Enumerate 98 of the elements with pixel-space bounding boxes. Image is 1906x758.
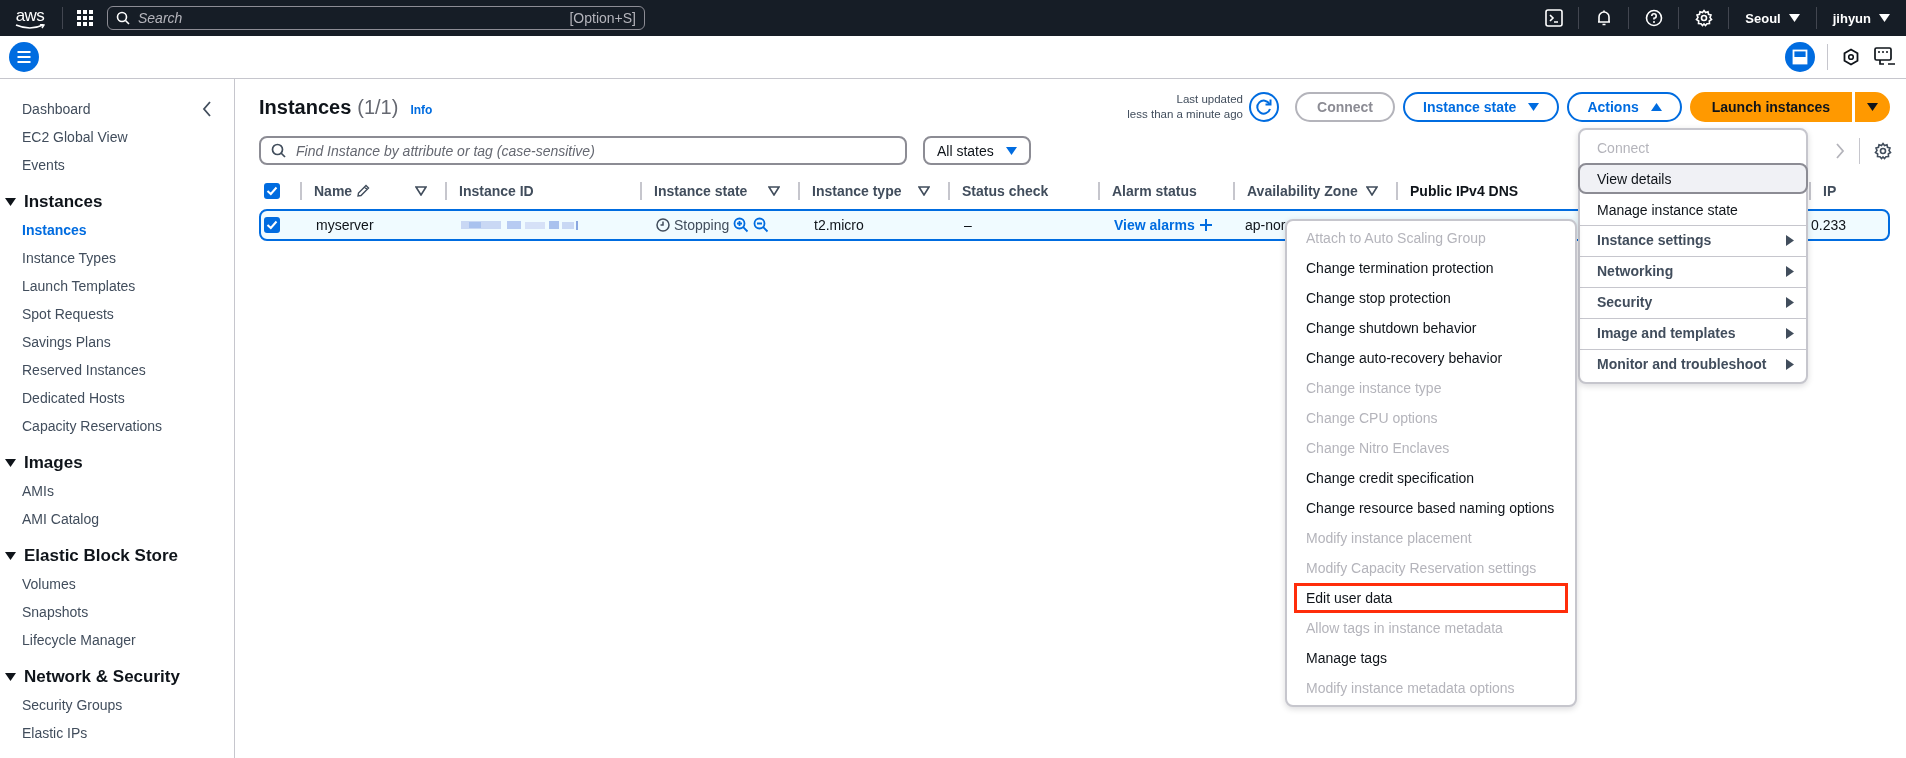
plus-icon[interactable]: [1198, 218, 1213, 232]
dropdown-button[interactable]: [1855, 92, 1890, 122]
filter-icon[interactable]: [415, 186, 427, 196]
section-heading[interactable]: Elastic Block Store: [24, 545, 178, 566]
caret-icon: [1867, 103, 1878, 111]
column-header[interactable]: Public IPv4 DNS: [1396, 182, 1537, 200]
page-title: Instances: [259, 95, 352, 119]
column-header[interactable]: Instance type: [798, 182, 948, 200]
menu-item[interactable]: Monitor and troubleshoot: [1578, 349, 1808, 380]
menu-item[interactable]: Change shutdown behavior: [1294, 313, 1568, 343]
menu-item[interactable]: Change resource based naming options: [1294, 493, 1568, 523]
nav-link[interactable]: Savings Plans: [0, 328, 111, 356]
nav-link[interactable]: Launch Templates: [0, 272, 136, 300]
submenu-arrow-icon: [1786, 358, 1794, 370]
state-filter-dropdown[interactable]: All states: [923, 136, 1031, 165]
table-cell: 0.233: [1811, 217, 1847, 233]
column-header[interactable]: Instance state: [640, 182, 798, 200]
submenu-arrow-icon: [1786, 234, 1794, 246]
panel-icon[interactable]: [1785, 42, 1815, 72]
instance-count: (1/1): [357, 95, 399, 119]
section-heading[interactable]: Images: [24, 452, 83, 473]
info-link[interactable]: Info: [410, 102, 433, 117]
menu-item[interactable]: Instance settings: [1578, 225, 1808, 256]
region-menu[interactable]: Seoul: [1729, 10, 1816, 26]
filter-icon[interactable]: [918, 186, 930, 196]
nav-link[interactable]: Instance Types: [0, 244, 116, 272]
status-text: Stopping: [674, 217, 730, 233]
row-checkbox[interactable]: [264, 217, 280, 233]
settings-icon[interactable]: [1874, 141, 1892, 160]
column-header[interactable]: Name: [300, 182, 445, 200]
section-heading[interactable]: Network & Security: [24, 666, 180, 687]
nav-link[interactable]: Events: [0, 151, 65, 179]
nav-link[interactable]: Dedicated Hosts: [0, 384, 125, 412]
menu-item[interactable]: Change stop protection: [1294, 283, 1568, 313]
nav-link[interactable]: Security Groups: [0, 691, 123, 719]
collapse-icon[interactable]: [202, 101, 212, 117]
table-cell: myserver: [316, 217, 374, 233]
last-updated-label: Last updated: [1175, 92, 1243, 107]
nav-link[interactable]: Spot Requests: [0, 300, 114, 328]
nav-link[interactable]: Capacity Reservations: [0, 412, 163, 440]
filter-icon[interactable]: [768, 186, 780, 196]
menu-item[interactable]: View details: [1578, 163, 1808, 194]
caret-icon: [1879, 14, 1890, 22]
menu-item[interactable]: Change termination protection: [1294, 253, 1568, 283]
monitor-icon[interactable]: [1874, 47, 1896, 67]
caret-icon: [1005, 146, 1017, 155]
dropdown-button[interactable]: Actions: [1567, 92, 1682, 122]
nav-link[interactable]: Lifecycle Manager: [0, 626, 136, 654]
column-header[interactable]: Alarm status: [1098, 182, 1233, 200]
column-header[interactable]: Availability Zone: [1233, 182, 1396, 200]
caret-icon: [1788, 14, 1800, 22]
menu-item[interactable]: Security: [1578, 287, 1808, 318]
user-menu[interactable]: jihyun: [1816, 10, 1906, 26]
nav-link[interactable]: Instances: [0, 216, 87, 244]
view-alarms-link[interactable]: View alarms: [1114, 217, 1195, 233]
clock-icon: [656, 218, 670, 232]
dropdown-button[interactable]: Instance state: [1403, 92, 1560, 122]
column-header[interactable]: Status check: [948, 182, 1098, 200]
submenu-arrow-icon: [1786, 296, 1794, 308]
menu-item[interactable]: Networking: [1578, 256, 1808, 287]
table-cell: ap-nor: [1245, 217, 1286, 233]
nav-link[interactable]: Elastic IPs: [0, 719, 88, 747]
menu-item[interactable]: Change auto-recovery behavior: [1294, 343, 1568, 373]
select-all-checkbox[interactable]: [264, 183, 280, 199]
search-field[interactable]: Find Instance by attribute or tag (case-sensitive): [259, 136, 907, 165]
menu-item[interactable]: Change credit specification: [1294, 463, 1568, 493]
nav-link[interactable]: EC2 Global View: [0, 123, 128, 151]
menu-item[interactable]: Manage tags: [1294, 643, 1568, 673]
search-icon: [116, 11, 130, 25]
filter-icon[interactable]: [1366, 186, 1378, 196]
search-field[interactable]: Search [Option+S]: [107, 6, 645, 30]
aws-logo[interactable]: aws: [12, 6, 48, 30]
submenu-arrow-icon: [1786, 327, 1794, 339]
refresh-icon[interactable]: [1249, 92, 1279, 122]
help-icon[interactable]: [1644, 9, 1663, 27]
pencil-icon: [356, 184, 371, 198]
nav-link[interactable]: AMI Catalog: [0, 505, 100, 533]
nav-link[interactable]: Dashboard: [0, 95, 91, 123]
table-cell: –: [964, 217, 972, 233]
menu-icon[interactable]: [9, 42, 39, 72]
apps-grid-icon[interactable]: [77, 10, 93, 26]
nav-link[interactable]: Reserved Instances: [0, 356, 146, 384]
menu-item[interactable]: Image and templates: [1578, 318, 1808, 349]
column-header[interactable]: Instance ID: [445, 182, 640, 200]
section-heading[interactable]: Instances: [24, 191, 103, 212]
menu-item[interactable]: Edit user data: [1294, 583, 1568, 613]
table-cell: t2.micro: [814, 217, 864, 233]
search-icon: [271, 143, 286, 158]
last-updated-value: less than a minute ago: [1127, 107, 1243, 122]
launch-button[interactable]: Launch instances: [1689, 92, 1852, 122]
submenu-arrow-icon: [1786, 265, 1794, 277]
nav-link[interactable]: Volumes: [0, 570, 76, 598]
nav-link[interactable]: Snapshots: [0, 598, 89, 626]
zoom-in-icon[interactable]: [733, 217, 750, 233]
terminal-icon[interactable]: [1544, 9, 1563, 27]
zoom-out-icon[interactable]: [753, 217, 770, 233]
hexagon-icon[interactable]: [1842, 48, 1860, 66]
nav-link[interactable]: AMIs: [0, 477, 54, 505]
